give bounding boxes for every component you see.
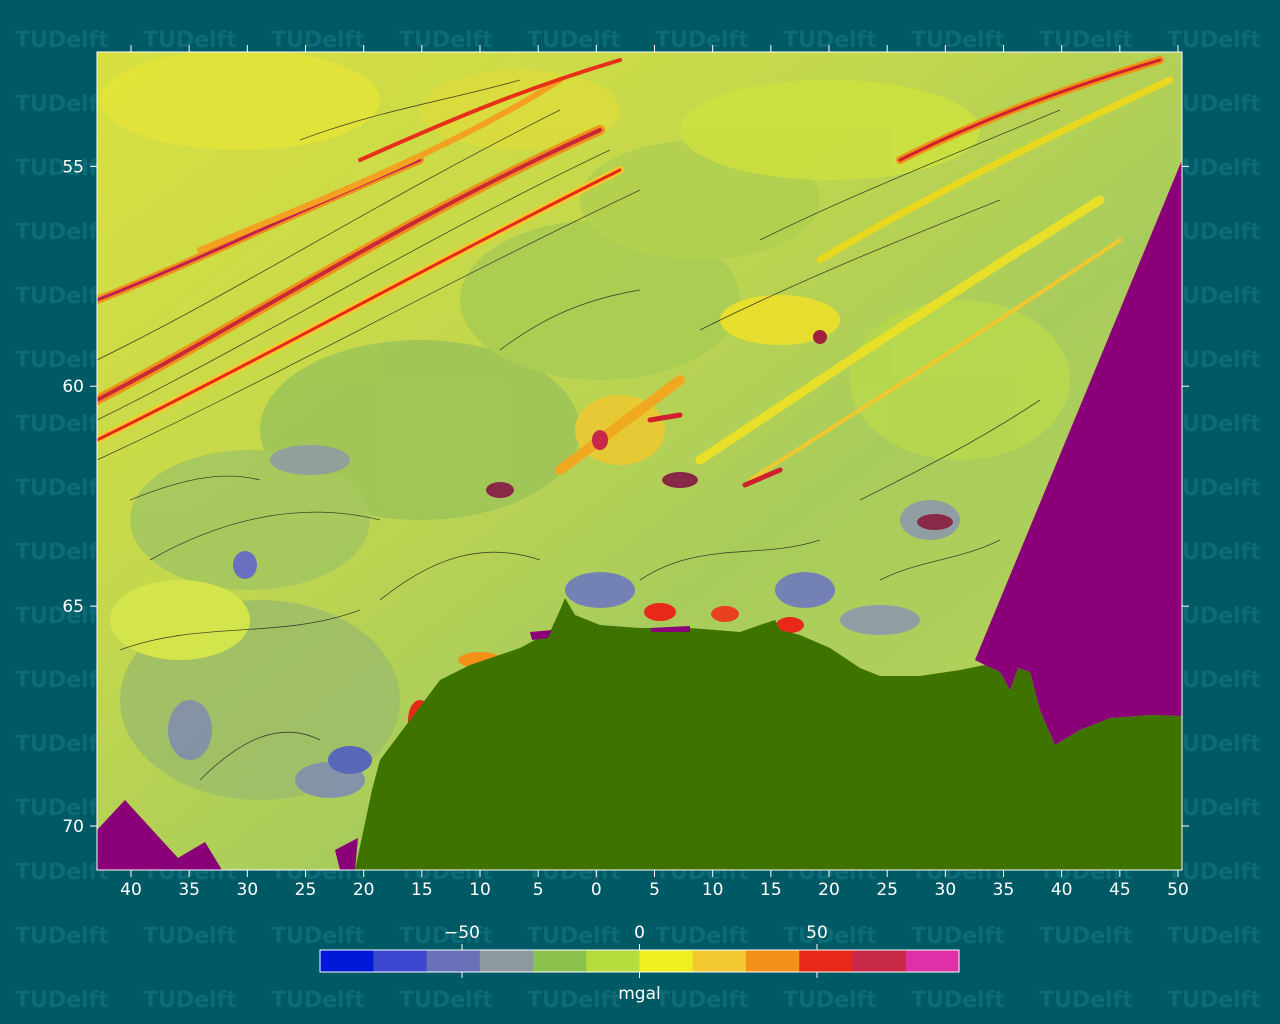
y-tick-label: 65 <box>62 597 84 617</box>
colorbar-swatch <box>746 950 800 972</box>
colorbar-swatch <box>320 950 374 972</box>
colorbar-swatch <box>533 950 587 972</box>
colorbar-swatch <box>799 950 853 972</box>
y-tick-label: 70 <box>62 817 84 837</box>
colorbar-unit-label: mgal <box>618 984 661 1004</box>
colorbar-tick-label: −50 <box>444 923 480 943</box>
y-tick-label: 60 <box>62 377 84 397</box>
x-tick-label: 20 <box>818 880 840 900</box>
y-tick-label: 55 <box>62 157 84 177</box>
x-tick-label: 10 <box>702 880 724 900</box>
x-tick-label: 40 <box>1051 880 1073 900</box>
colorbar-swatch <box>639 950 694 972</box>
colorbar-swatch <box>586 950 640 972</box>
x-tick-label: 10 <box>469 880 491 900</box>
x-tick-label: 25 <box>295 880 317 900</box>
x-tick-label: 35 <box>178 880 200 900</box>
colorbar-tick-label: 50 <box>806 923 828 943</box>
x-tick-label: 30 <box>237 880 259 900</box>
colorbar-swatch <box>426 950 481 972</box>
map-field <box>97 52 1182 870</box>
colorbar-swatch <box>905 950 960 972</box>
colorbar-swatch <box>479 950 534 972</box>
x-tick-label: 35 <box>993 880 1015 900</box>
x-tick-label: 5 <box>649 880 660 900</box>
colorbar-swatch <box>692 950 747 972</box>
colorbar: −50 0 50 mgal <box>319 923 960 1004</box>
colorbar-swatch <box>373 950 427 972</box>
x-tick-label: 25 <box>876 880 898 900</box>
x-tick-label: 15 <box>760 880 782 900</box>
x-tick-label: 0 <box>591 880 602 900</box>
x-tick-label: 50 <box>1167 880 1189 900</box>
gravity-anomaly-map: 55606570 40 35 30 25 20 15 10 5 0 5 10 15 20 25 30 35 40… <box>62 45 1189 1004</box>
x-tick-label: 40 <box>120 880 142 900</box>
x-tick-label: 5 <box>533 880 544 900</box>
x-tick-label: 20 <box>353 880 375 900</box>
x-tick-label: 45 <box>1109 880 1131 900</box>
x-tick-label: 30 <box>935 880 957 900</box>
colorbar-tick-label: 0 <box>634 923 645 943</box>
x-tick-label: 15 <box>411 880 433 900</box>
colorbar-swatch <box>852 950 907 972</box>
